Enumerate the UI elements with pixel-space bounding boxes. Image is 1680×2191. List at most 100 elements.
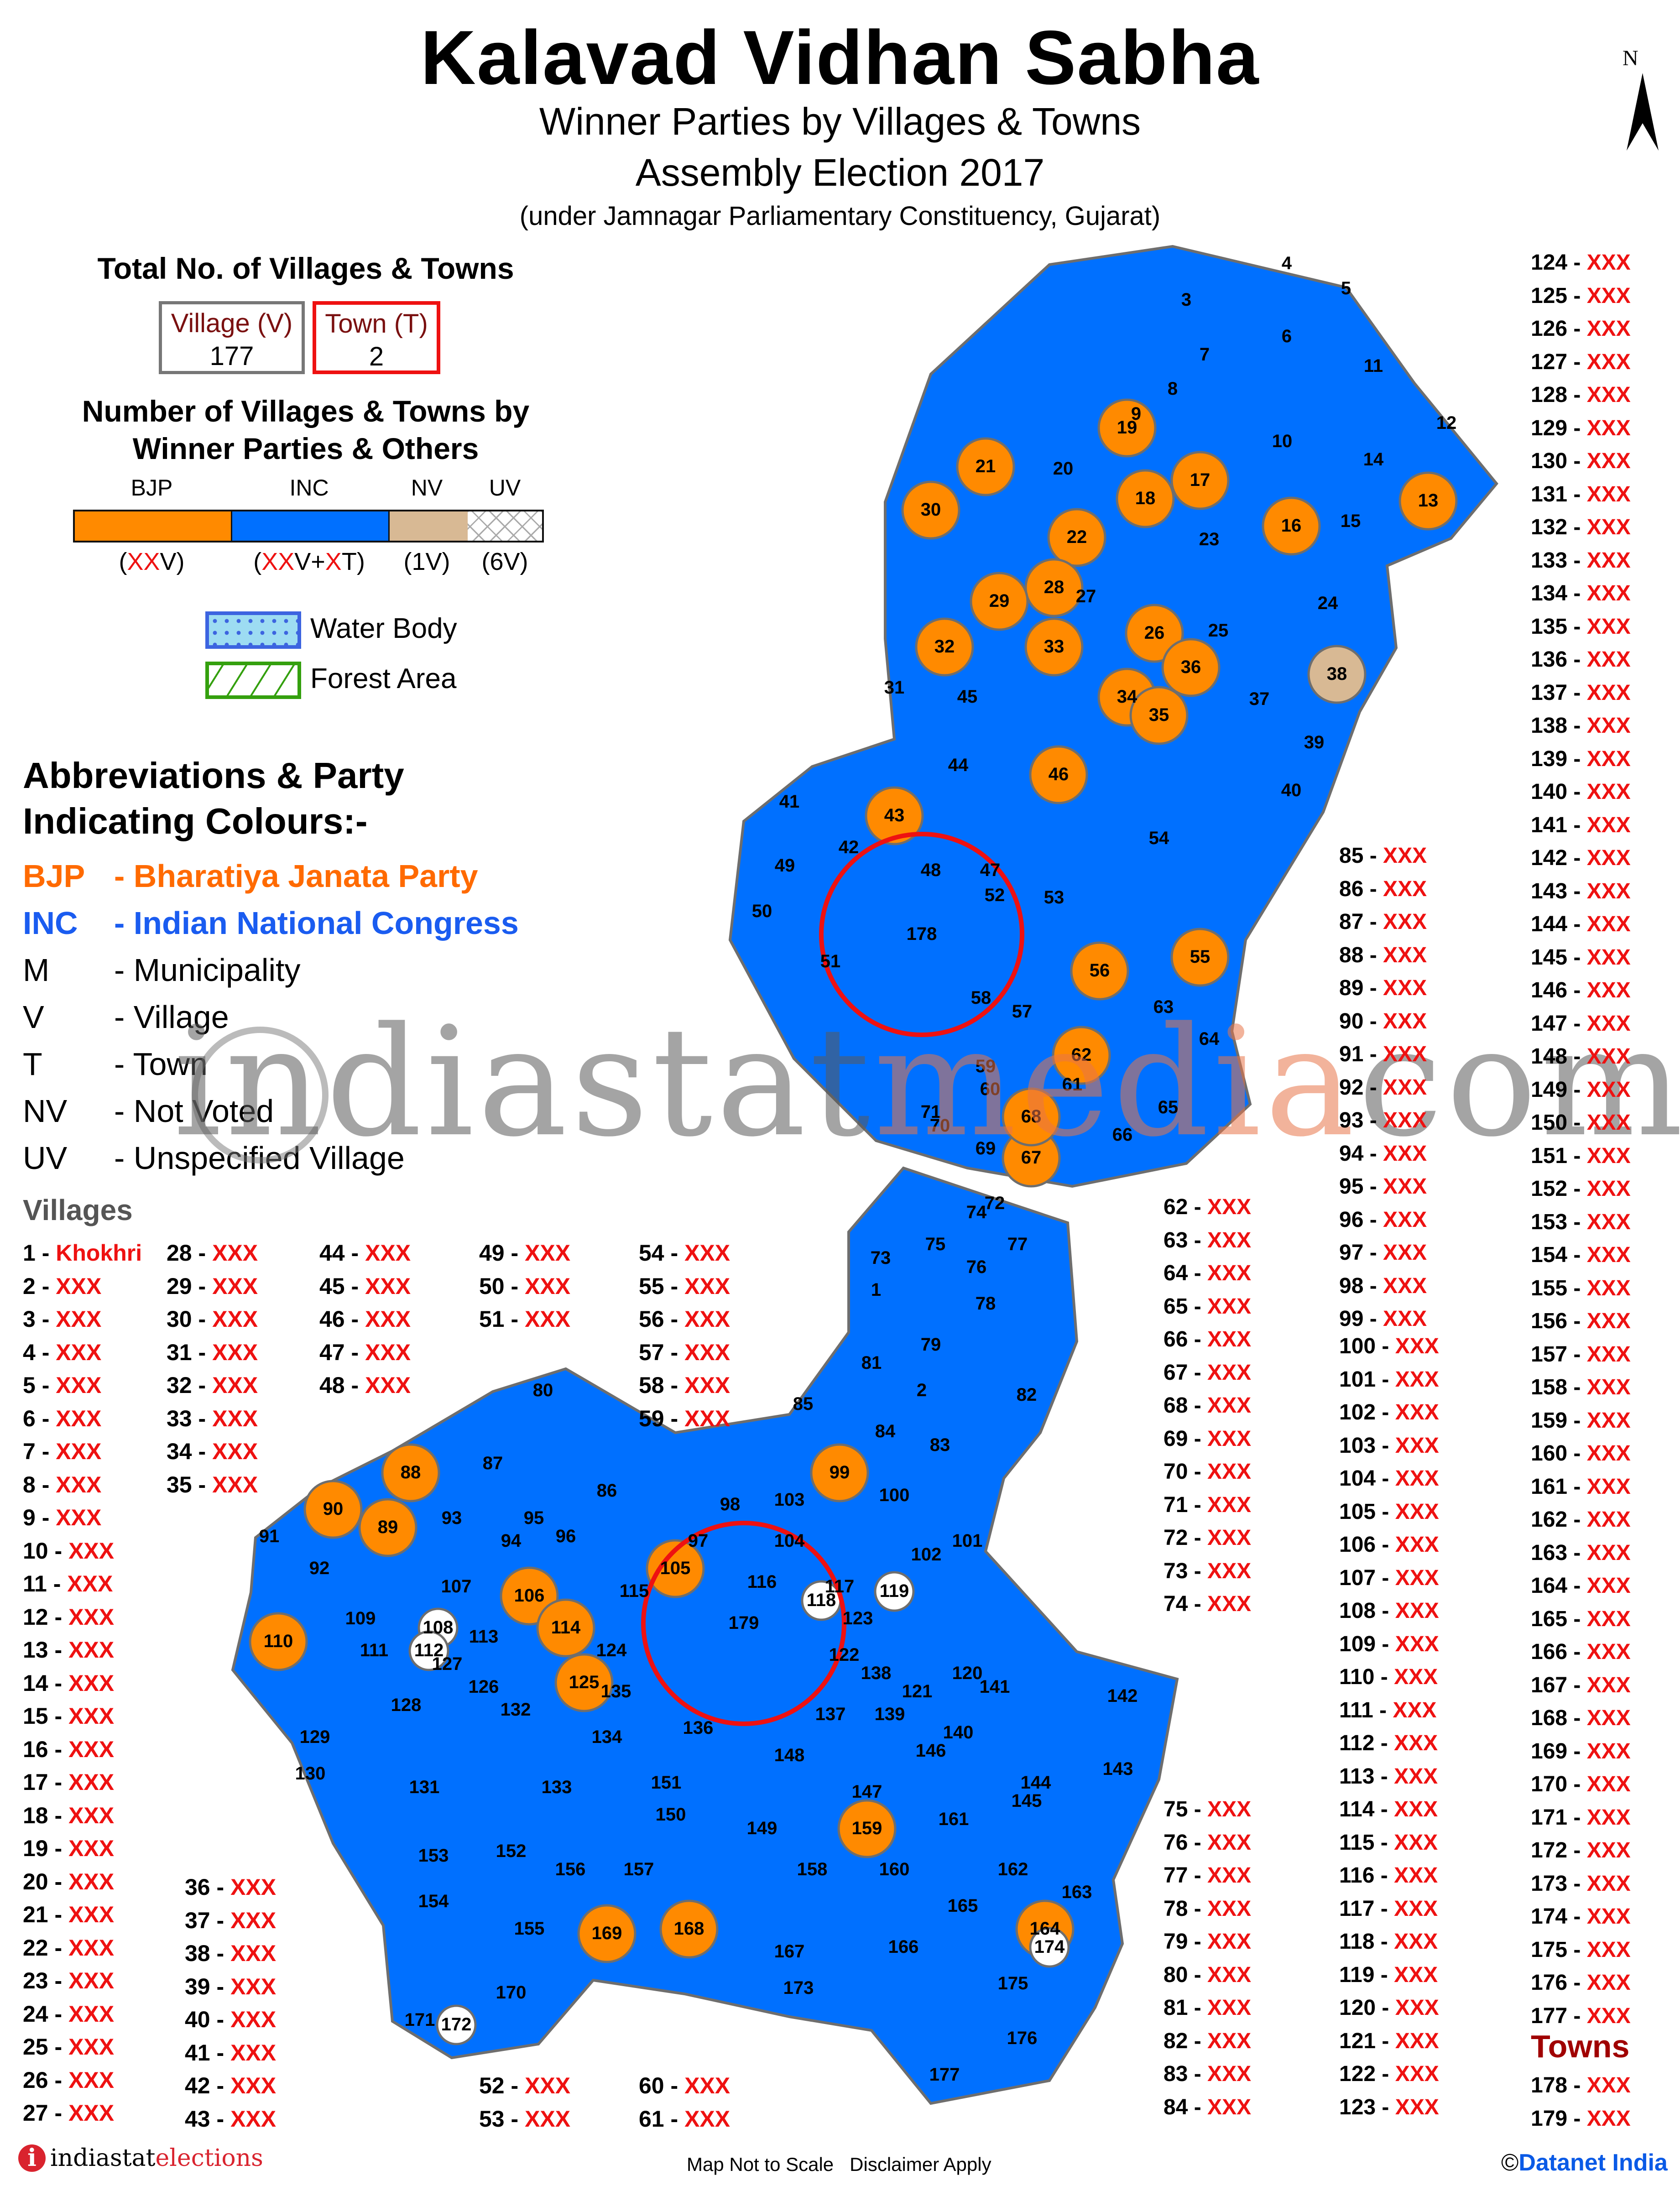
village-label: 6 bbox=[1282, 326, 1292, 346]
village-label: 14 bbox=[1363, 449, 1384, 470]
village-list-item: 111 - XXX bbox=[1339, 1698, 1437, 1722]
village-label: 131 bbox=[409, 1777, 440, 1797]
village-label: 4 bbox=[1282, 253, 1292, 273]
village-list-item: 101 - XXX bbox=[1339, 1367, 1439, 1392]
village-label: 47 bbox=[980, 860, 1001, 880]
village-label: 165 bbox=[948, 1896, 978, 1916]
village-list-item: 77 - XXX bbox=[1163, 1863, 1252, 1888]
village-list-item: 146 - XXX bbox=[1531, 978, 1631, 1002]
village-label: 134 bbox=[592, 1727, 622, 1747]
village-list-item: 168 - XXX bbox=[1531, 1706, 1631, 1730]
village-list-item: 132 - XXX bbox=[1531, 515, 1631, 539]
village-label: 98 bbox=[720, 1494, 741, 1514]
village-list-item: 157 - XXX bbox=[1531, 1342, 1631, 1367]
village-list-item: 169 - XXX bbox=[1531, 1739, 1631, 1763]
village-list-item: 70 - XXX bbox=[1163, 1460, 1252, 1484]
village-label: 146 bbox=[916, 1741, 946, 1761]
village-label: 129 bbox=[300, 1727, 330, 1747]
village-list-item: 9 - XXX bbox=[23, 1505, 102, 1530]
village-list-item: 116 - XXX bbox=[1339, 1863, 1438, 1888]
village-label: 7 bbox=[1200, 344, 1210, 365]
village-list-item: 12 - XXX bbox=[23, 1604, 115, 1630]
town-list-item: 179 - XXX bbox=[1531, 2106, 1631, 2131]
village-label: 87 bbox=[483, 1453, 503, 1473]
village-label: 25 bbox=[1208, 621, 1229, 641]
village-label: 23 bbox=[1199, 529, 1220, 549]
village-list-item: 147 - XXX bbox=[1531, 1011, 1631, 1036]
village-list-item: 58 - XXX bbox=[639, 1372, 730, 1398]
village-list-item: 121 - XXX bbox=[1339, 2029, 1439, 2053]
village-list-item: 24 - XXX bbox=[23, 2001, 115, 2027]
village-label: 160 bbox=[879, 1859, 910, 1879]
village-list-item: 110 - XXX bbox=[1339, 1665, 1438, 1689]
village-label: 143 bbox=[1103, 1759, 1133, 1779]
village-list-item: 134 - XXX bbox=[1531, 581, 1631, 605]
village-label: 97 bbox=[688, 1531, 709, 1551]
village-list-item: 54 - XXX bbox=[639, 1240, 730, 1266]
village-list-item: 130 - XXX bbox=[1531, 449, 1631, 473]
village-list-item: 117 - XXX bbox=[1339, 1896, 1438, 1921]
village-list-item: 89 - XXX bbox=[1339, 976, 1427, 1000]
village-label: 48 bbox=[921, 860, 941, 880]
village-label: 158 bbox=[797, 1859, 828, 1879]
village-list-item: 60 - XXX bbox=[639, 2073, 730, 2098]
village-label: 75 bbox=[925, 1234, 946, 1254]
village-label: 73 bbox=[871, 1248, 891, 1268]
village-label: 100 bbox=[879, 1485, 910, 1505]
village-list-item: 44 - XXX bbox=[319, 1240, 411, 1266]
village-list-item: 138 - XXX bbox=[1531, 714, 1631, 738]
village-list-item: 82 - XXX bbox=[1163, 2029, 1252, 2053]
village-list-item: 90 - XXX bbox=[1339, 1009, 1427, 1033]
indiastat-elections-logo: i indiastatelections bbox=[18, 2144, 263, 2172]
village-label: 86 bbox=[597, 1481, 617, 1501]
village-label: 157 bbox=[624, 1859, 654, 1879]
village-label: 79 bbox=[921, 1335, 941, 1355]
village-label: 149 bbox=[747, 1818, 777, 1838]
village-list-item: 104 - XXX bbox=[1339, 1466, 1439, 1491]
village-label: 35 bbox=[1149, 705, 1169, 725]
village-list-item: 139 - XXX bbox=[1531, 746, 1631, 771]
village-label: 176 bbox=[1007, 2028, 1038, 2048]
village-list-item: 38 - XXX bbox=[185, 1941, 277, 1966]
village-list-item: 63 - XXX bbox=[1163, 1228, 1252, 1252]
village-list-item: 81 - XXX bbox=[1163, 1996, 1252, 2020]
village-list-item: 69 - XXX bbox=[1163, 1426, 1252, 1451]
village-label: 104 bbox=[774, 1531, 805, 1551]
village-label: 26 bbox=[1144, 623, 1165, 643]
village-label: 161 bbox=[939, 1809, 969, 1829]
village-list-item: 73 - XXX bbox=[1163, 1559, 1252, 1583]
village-list-item: 103 - XXX bbox=[1339, 1433, 1439, 1458]
village-label: 88 bbox=[401, 1462, 421, 1482]
village-list-item: 159 - XXX bbox=[1531, 1408, 1631, 1433]
village-list-item: 120 - XXX bbox=[1339, 1996, 1439, 2020]
village-label: 72 bbox=[985, 1193, 1005, 1213]
village-list-item: 55 - XXX bbox=[639, 1273, 730, 1299]
village-list-item: 52 - XXX bbox=[479, 2073, 571, 2098]
village-list-item: 26 - XXX bbox=[23, 2067, 115, 2093]
village-label: 116 bbox=[747, 1572, 777, 1592]
village-list-item: 91 - XXX bbox=[1339, 1042, 1427, 1066]
village-list-item: 142 - XXX bbox=[1531, 846, 1631, 870]
village-list-item: 135 - XXX bbox=[1531, 614, 1631, 639]
village-list-item: 11 - XXX bbox=[23, 1571, 113, 1596]
village-label: 2 bbox=[917, 1380, 927, 1400]
village-list-item: 25 - XXX bbox=[23, 2034, 115, 2060]
village-list-item: 163 - XXX bbox=[1531, 1540, 1631, 1565]
village-list-item: 16 - XXX bbox=[23, 1736, 115, 1762]
village-label: 110 bbox=[264, 1631, 293, 1651]
village-list-item: 37 - XXX bbox=[185, 1907, 277, 1933]
village-list-item: 174 - XXX bbox=[1531, 1904, 1631, 1929]
village-label: 108 bbox=[423, 1617, 454, 1638]
village-label: 96 bbox=[556, 1526, 576, 1546]
village-list-item: 155 - XXX bbox=[1531, 1276, 1631, 1300]
village-list-item: 14 - XXX bbox=[23, 1670, 115, 1696]
village-label: 173 bbox=[783, 1978, 814, 1998]
village-list-item: 2 - XXX bbox=[23, 1273, 102, 1299]
village-label: 156 bbox=[555, 1859, 586, 1879]
village-label: 138 bbox=[861, 1663, 892, 1683]
village-list-item: 118 - XXX bbox=[1339, 1930, 1438, 1954]
village-list-item: 19 - XXX bbox=[23, 1836, 115, 1861]
village-label: 8 bbox=[1168, 379, 1178, 399]
village-label: 55 bbox=[1190, 947, 1210, 967]
village-list-item: 136 - XXX bbox=[1531, 647, 1631, 672]
